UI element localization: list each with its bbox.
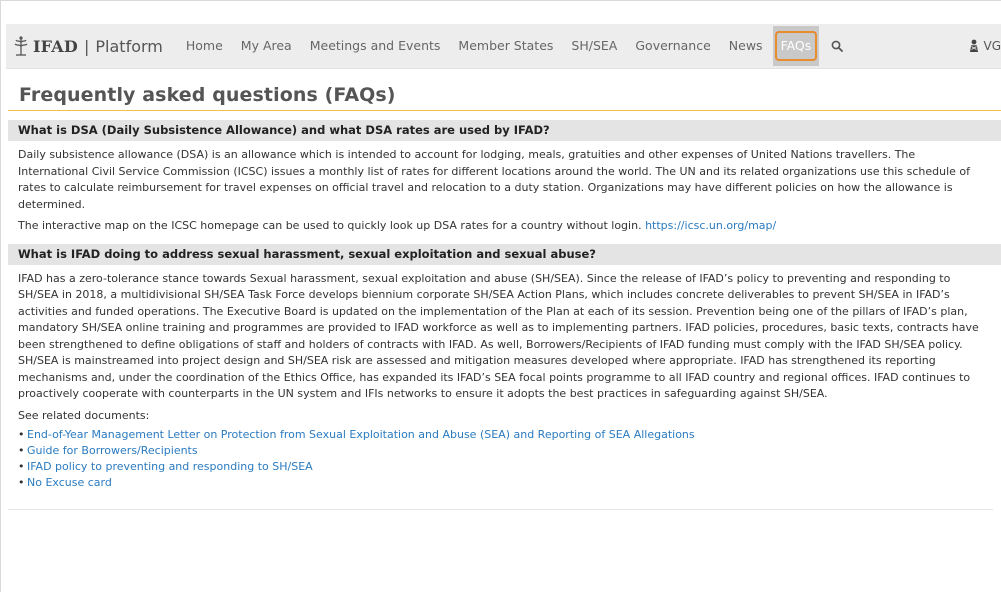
nav-item-faqs[interactable]: FAQs xyxy=(772,24,821,68)
faq-answer-map-paragraph: The interactive map on the ICSC homepage… xyxy=(8,213,1001,235)
top-navbar: IFAD | Platform Home My Area Meetings an… xyxy=(6,24,1001,69)
related-documents-list: • End-of-Year Management Letter on Prote… xyxy=(8,427,1001,491)
list-item: • Guide for Borrowers/Recipients xyxy=(18,443,1001,459)
main-content: Frequently asked questions (FAQs) What i… xyxy=(8,76,1001,510)
document-link-sh-sea-policy[interactable]: IFAD policy to preventing and responding… xyxy=(27,459,313,475)
icsc-map-link[interactable]: https://icsc.un.org/map/ xyxy=(645,219,776,232)
nav-item-meetings-and-events[interactable]: Meetings and Events xyxy=(301,24,450,68)
related-documents-label: See related documents: xyxy=(18,408,150,422)
faq-question: What is DSA (Daily Subsistence Allowance… xyxy=(8,120,1001,141)
document-link-end-of-year-letter[interactable]: End-of-Year Management Letter on Protect… xyxy=(27,427,695,443)
nav-item-governance[interactable]: Governance xyxy=(626,24,719,68)
bullet: • xyxy=(18,428,25,441)
nav-item-my-area[interactable]: My Area xyxy=(232,24,301,68)
brand-logo[interactable]: IFAD | Platform xyxy=(12,35,163,57)
wheat-logo-icon xyxy=(14,36,28,56)
faq-answer-paragraph: IFAD has a zero-tolerance stance towards… xyxy=(18,271,979,401)
list-item: • No Excuse card xyxy=(18,475,1001,491)
user-icon xyxy=(970,39,979,52)
user-initials: VG xyxy=(983,39,1001,53)
brand-name: IFAD xyxy=(33,36,78,56)
divider xyxy=(8,509,993,510)
bullet: • xyxy=(18,460,25,473)
document-link-no-excuse-card[interactable]: No Excuse card xyxy=(27,475,112,491)
bullet: • xyxy=(18,444,25,457)
page-title: Frequently asked questions (FAQs) xyxy=(8,84,1001,111)
nav-item-home[interactable]: Home xyxy=(177,24,232,68)
document-link-guide-borrowers[interactable]: Guide for Borrowers/Recipients xyxy=(27,443,198,459)
bullet: • xyxy=(18,476,25,489)
list-item: • End-of-Year Management Letter on Prote… xyxy=(18,427,1001,443)
brand-platform: Platform xyxy=(95,36,163,56)
search-button[interactable] xyxy=(820,24,854,68)
map-text: The interactive map on the ICSC homepage… xyxy=(18,219,642,232)
faq-question: What is IFAD doing to address sexual har… xyxy=(8,243,1001,265)
nav-item-member-states[interactable]: Member States xyxy=(449,24,562,68)
faq-section-dsa: What is DSA (Daily Subsistence Allowance… xyxy=(8,120,1001,235)
user-menu[interactable]: VG xyxy=(969,39,1001,53)
nav-item-sh-sea[interactable]: SH/SEA xyxy=(562,24,626,68)
brand-separator: | xyxy=(84,36,90,56)
faq-section-sh-sea: What is IFAD doing to address sexual har… xyxy=(8,243,1001,510)
faq-answer-paragraph: Daily subsistence allowance (DSA) is an … xyxy=(18,148,970,211)
search-icon xyxy=(831,40,844,52)
nav-item-faqs-label: FAQs xyxy=(780,38,812,53)
list-item: • IFAD policy to preventing and respondi… xyxy=(18,459,1001,475)
nav-item-news[interactable]: News xyxy=(720,24,772,68)
